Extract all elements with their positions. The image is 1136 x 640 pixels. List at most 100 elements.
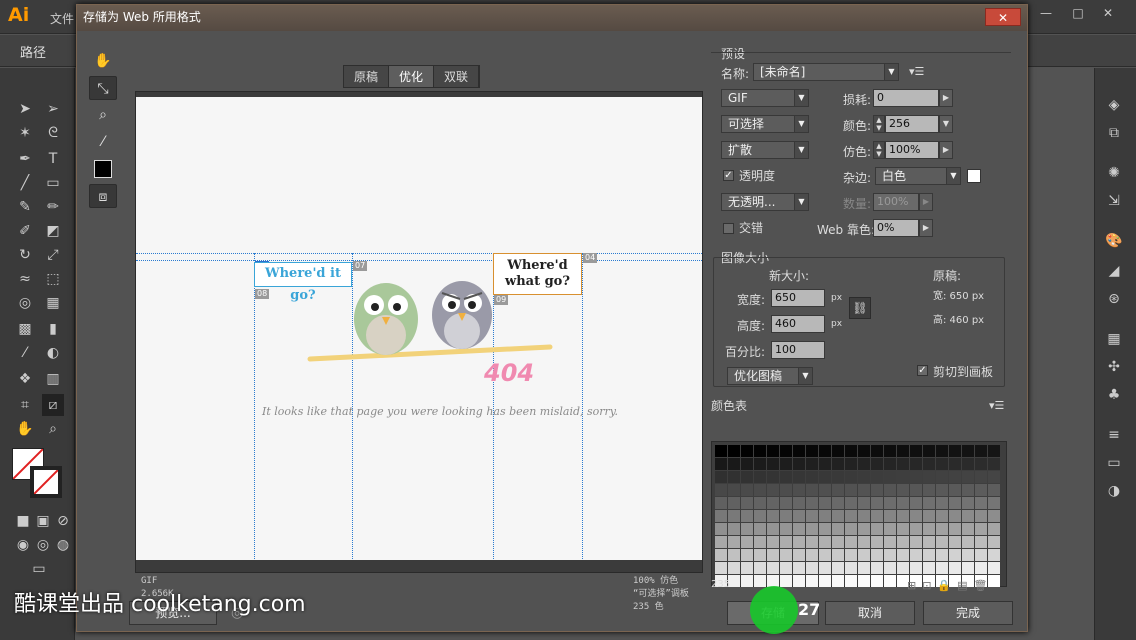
eyedropper-tool-icon[interactable]: ⁄	[14, 342, 36, 364]
color-swatch[interactable]	[715, 497, 727, 509]
color-swatch[interactable]	[858, 510, 870, 522]
symbol-sprayer-icon[interactable]: ❖	[14, 368, 36, 390]
color-swatch[interactable]	[949, 471, 961, 483]
color-swatch[interactable]	[806, 536, 818, 548]
color-swatch[interactable]	[767, 549, 779, 561]
color-swatch[interactable]	[858, 562, 870, 574]
color-swatch[interactable]	[780, 536, 792, 548]
color-swatch[interactable]	[845, 575, 857, 587]
cancel-button[interactable]: 取消	[825, 601, 915, 625]
color-swatch[interactable]	[910, 562, 922, 574]
color-swatch[interactable]	[923, 523, 935, 535]
color-swatch[interactable]	[832, 562, 844, 574]
color-swatch[interactable]	[988, 510, 1000, 522]
color-swatch[interactable]	[845, 445, 857, 457]
warp-tool-icon[interactable]: ≈	[14, 268, 36, 290]
color-swatch[interactable]	[767, 445, 779, 457]
color-swatch[interactable]	[871, 445, 883, 457]
color-swatch[interactable]	[754, 471, 766, 483]
color-swatch[interactable]	[780, 445, 792, 457]
color-table-menu-icon[interactable]: ▾☰	[989, 399, 1004, 412]
color-swatch[interactable]	[936, 562, 948, 574]
color-swatch[interactable]	[806, 575, 818, 587]
color-swatch[interactable]	[715, 510, 727, 522]
direct-selection-tool-icon[interactable]: ➢	[42, 98, 64, 120]
color-swatch[interactable]	[845, 471, 857, 483]
color-swatch[interactable]	[741, 523, 753, 535]
color-swatch[interactable]	[767, 510, 779, 522]
preset-name-dropdown[interactable]: [未命名] ▼	[753, 63, 899, 81]
lossy-slider-arrow[interactable]: ▶	[939, 89, 953, 107]
color-swatch[interactable]	[884, 549, 896, 561]
color-swatch[interactable]	[988, 562, 1000, 574]
mesh-tool-icon[interactable]: ▩	[14, 318, 36, 340]
color-swatch[interactable]	[988, 445, 1000, 457]
color-icon[interactable]: 🎨	[1103, 230, 1125, 252]
color-swatch[interactable]	[793, 445, 805, 457]
color-swatch[interactable]	[832, 549, 844, 561]
color-swatch[interactable]	[884, 471, 896, 483]
eyedropper-tool-icon[interactable]: ⁄	[89, 130, 117, 154]
color-swatch[interactable]	[949, 562, 961, 574]
transparency-dither-dropdown[interactable]: 无透明... ▼	[721, 193, 809, 211]
color-swatch[interactable]	[845, 562, 857, 574]
color-swatch[interactable]	[897, 510, 909, 522]
color-swatch[interactable]	[962, 445, 974, 457]
color-swatch[interactable]	[923, 549, 935, 561]
layers-icon[interactable]: ◈	[1103, 94, 1125, 116]
color-swatch[interactable]	[923, 471, 935, 483]
dither-field[interactable]: 100%	[885, 141, 939, 159]
color-swatch[interactable]	[871, 458, 883, 470]
artboards-icon[interactable]: ⧉	[1103, 122, 1125, 144]
color-swatch[interactable]	[923, 445, 935, 457]
color-swatch[interactable]	[975, 445, 987, 457]
brushes-icon[interactable]: ✣	[1103, 356, 1125, 378]
color-swatch[interactable]	[819, 471, 831, 483]
color-swatch[interactable]	[897, 562, 909, 574]
pen-tool-icon[interactable]: ✒	[14, 148, 36, 170]
color-swatch[interactable]	[715, 458, 727, 470]
color-swatch[interactable]	[806, 549, 818, 561]
color-swatch[interactable]	[754, 562, 766, 574]
interlaced-checkbox[interactable]	[723, 223, 734, 234]
perspective-grid-icon[interactable]: ▦	[42, 292, 64, 314]
color-swatch[interactable]	[871, 471, 883, 483]
gradient-panel-icon[interactable]: ▭	[1103, 452, 1125, 474]
scale-tool-icon[interactable]: ⤢	[42, 244, 64, 266]
color-swatch[interactable]	[858, 484, 870, 496]
color-reduction-dropdown[interactable]: 可选择 ▼	[721, 115, 809, 133]
color-swatch[interactable]	[884, 536, 896, 548]
color-swatch[interactable]	[923, 562, 935, 574]
color-swatch[interactable]	[806, 523, 818, 535]
color-swatch[interactable]	[767, 471, 779, 483]
color-swatch[interactable]	[715, 471, 727, 483]
none-mode-icon[interactable]: ⊘	[52, 510, 74, 532]
line-tool-icon[interactable]: ╱	[14, 172, 36, 194]
eraser-tool-icon[interactable]: ◩	[42, 220, 64, 242]
color-swatch[interactable]	[962, 536, 974, 548]
draw-behind-icon[interactable]: ◎	[32, 534, 54, 556]
free-transform-icon[interactable]: ⬚	[42, 268, 64, 290]
color-table-grid[interactable]	[711, 441, 1007, 587]
color-swatch[interactable]	[819, 510, 831, 522]
color-swatch[interactable]	[871, 575, 883, 587]
color-swatch[interactable]	[949, 549, 961, 561]
shape-builder-icon[interactable]: ◎	[14, 292, 36, 314]
color-swatch[interactable]	[988, 484, 1000, 496]
color-swatch[interactable]	[741, 458, 753, 470]
stroke-icon[interactable]: ≡	[1103, 424, 1125, 446]
color-swatch[interactable]	[910, 484, 922, 496]
color-swatch[interactable]	[884, 510, 896, 522]
color-swatch[interactable]	[923, 484, 935, 496]
color-swatch[interactable]	[936, 484, 948, 496]
color-swatch[interactable]	[910, 549, 922, 561]
color-swatch[interactable]	[819, 458, 831, 470]
color-swatch[interactable]	[884, 445, 896, 457]
color-swatch[interactable]	[741, 510, 753, 522]
color-swatch[interactable]	[793, 523, 805, 535]
color-swatch[interactable]	[858, 523, 870, 535]
color-swatch[interactable]	[897, 497, 909, 509]
slice-tool-icon[interactable]: ⧄	[42, 394, 64, 416]
color-swatch[interactable]	[780, 458, 792, 470]
menu-file[interactable]: 文件	[50, 10, 74, 27]
